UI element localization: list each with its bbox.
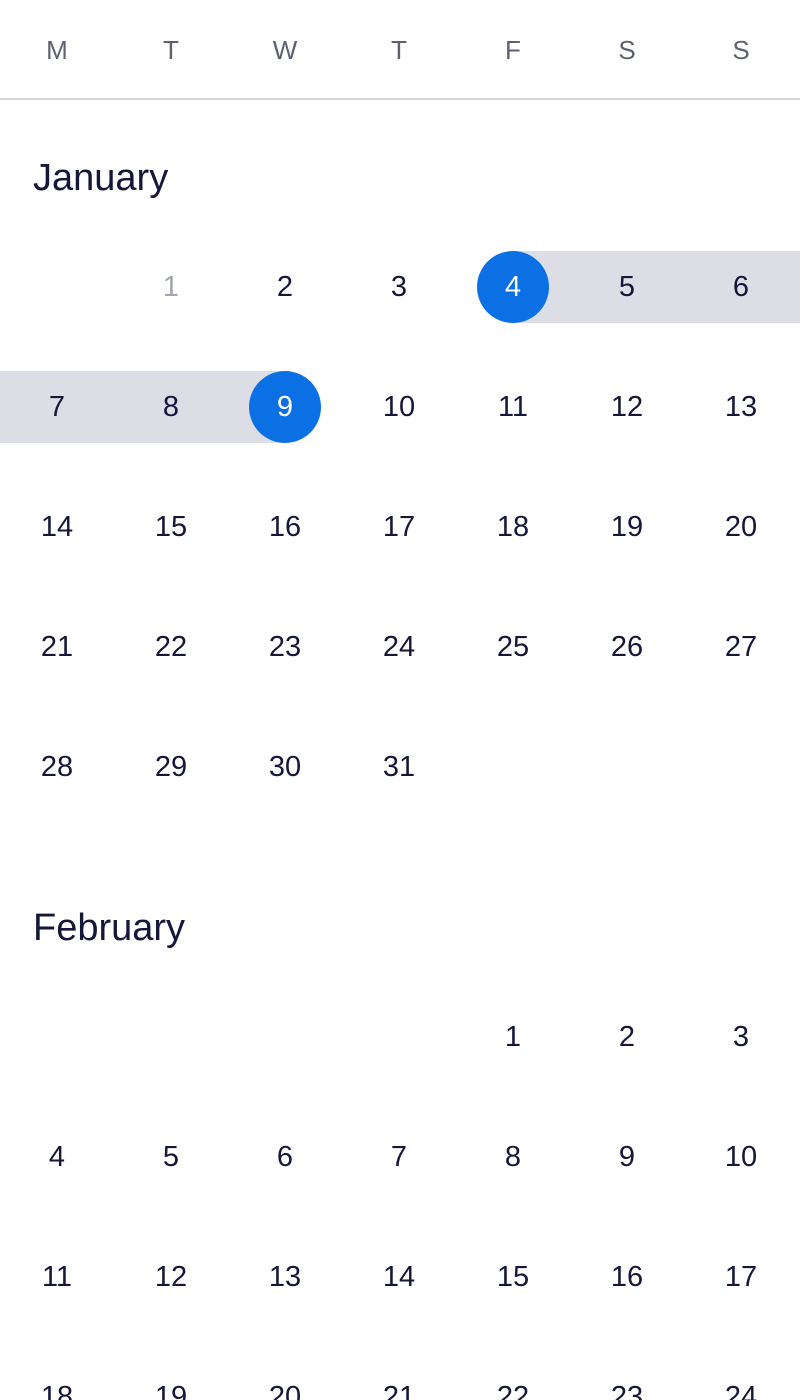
day-february-23[interactable]: 23	[591, 1361, 663, 1400]
day-january-18[interactable]: 18	[477, 491, 549, 563]
weekday-label-thursday: T	[391, 35, 407, 65]
day-january-4[interactable]: 4	[477, 251, 549, 323]
day-february-3[interactable]: 3	[705, 1001, 777, 1073]
day-february-16[interactable]: 16	[591, 1241, 663, 1313]
day-january-10[interactable]: 10	[363, 371, 435, 443]
day-february-2[interactable]: 2	[591, 1001, 663, 1073]
weekday-label-monday: M	[46, 35, 68, 65]
day-january-13[interactable]: 13	[705, 371, 777, 443]
day-february-10[interactable]: 10	[705, 1121, 777, 1193]
day-january-19[interactable]: 19	[591, 491, 663, 563]
day-february-21[interactable]: 21	[363, 1361, 435, 1400]
day-january-11[interactable]: 11	[477, 371, 549, 443]
day-january-30[interactable]: 30	[249, 731, 321, 803]
day-february-9[interactable]: 9	[591, 1121, 663, 1193]
day-january-21[interactable]: 21	[21, 611, 93, 683]
weekday-label-wednesday: W	[272, 35, 298, 65]
day-february-11[interactable]: 11	[21, 1241, 93, 1313]
day-february-13[interactable]: 13	[249, 1241, 321, 1313]
day-january-23[interactable]: 23	[249, 611, 321, 683]
day-january-29[interactable]: 29	[135, 731, 207, 803]
calendar-scroll-area[interactable]: January 1 2 3 4 5 6 7 8 9 10 11 12 13 14 15 16 17 18 19 20 21…	[0, 100, 800, 1400]
day-january-22[interactable]: 22	[135, 611, 207, 683]
day-january-25[interactable]: 25	[477, 611, 549, 683]
day-february-4[interactable]: 4	[21, 1121, 93, 1193]
day-february-5[interactable]: 5	[135, 1121, 207, 1193]
day-january-20[interactable]: 20	[705, 491, 777, 563]
day-january-9[interactable]: 9	[249, 371, 321, 443]
weekday-label-tuesday: T	[163, 35, 179, 65]
day-february-19[interactable]: 19	[135, 1361, 207, 1400]
month-title-january: January	[33, 157, 169, 199]
weekday-label-saturday: S	[618, 35, 636, 65]
day-february-8[interactable]: 8	[477, 1121, 549, 1193]
day-january-6[interactable]: 6	[705, 251, 777, 323]
day-january-17[interactable]: 17	[363, 491, 435, 563]
day-february-12[interactable]: 12	[135, 1241, 207, 1313]
day-february-20[interactable]: 20	[249, 1361, 321, 1400]
weekday-label-friday: F	[505, 35, 521, 65]
day-january-28[interactable]: 28	[21, 731, 93, 803]
day-january-2[interactable]: 2	[249, 251, 321, 323]
day-february-24[interactable]: 24	[705, 1361, 777, 1400]
day-january-24[interactable]: 24	[363, 611, 435, 683]
weekday-label-sunday: S	[732, 35, 750, 65]
day-february-1[interactable]: 1	[477, 1001, 549, 1073]
day-february-7[interactable]: 7	[363, 1121, 435, 1193]
day-february-15[interactable]: 15	[477, 1241, 549, 1313]
day-january-27[interactable]: 27	[705, 611, 777, 683]
day-february-17[interactable]: 17	[705, 1241, 777, 1313]
day-january-7[interactable]: 7	[21, 371, 93, 443]
day-february-18[interactable]: 18	[21, 1361, 93, 1400]
day-january-1[interactable]: 1	[135, 251, 207, 323]
day-january-26[interactable]: 26	[591, 611, 663, 683]
month-title-february: February	[33, 907, 186, 949]
day-january-8[interactable]: 8	[135, 371, 207, 443]
day-january-12[interactable]: 12	[591, 371, 663, 443]
day-january-15[interactable]: 15	[135, 491, 207, 563]
day-february-14[interactable]: 14	[363, 1241, 435, 1313]
day-january-31[interactable]: 31	[363, 731, 435, 803]
day-january-3[interactable]: 3	[363, 251, 435, 323]
day-january-16[interactable]: 16	[249, 491, 321, 563]
weekday-header: MTWTFSS	[0, 0, 800, 100]
day-february-6[interactable]: 6	[249, 1121, 321, 1193]
day-january-14[interactable]: 14	[21, 491, 93, 563]
day-january-5[interactable]: 5	[591, 251, 663, 323]
day-february-22[interactable]: 22	[477, 1361, 549, 1400]
